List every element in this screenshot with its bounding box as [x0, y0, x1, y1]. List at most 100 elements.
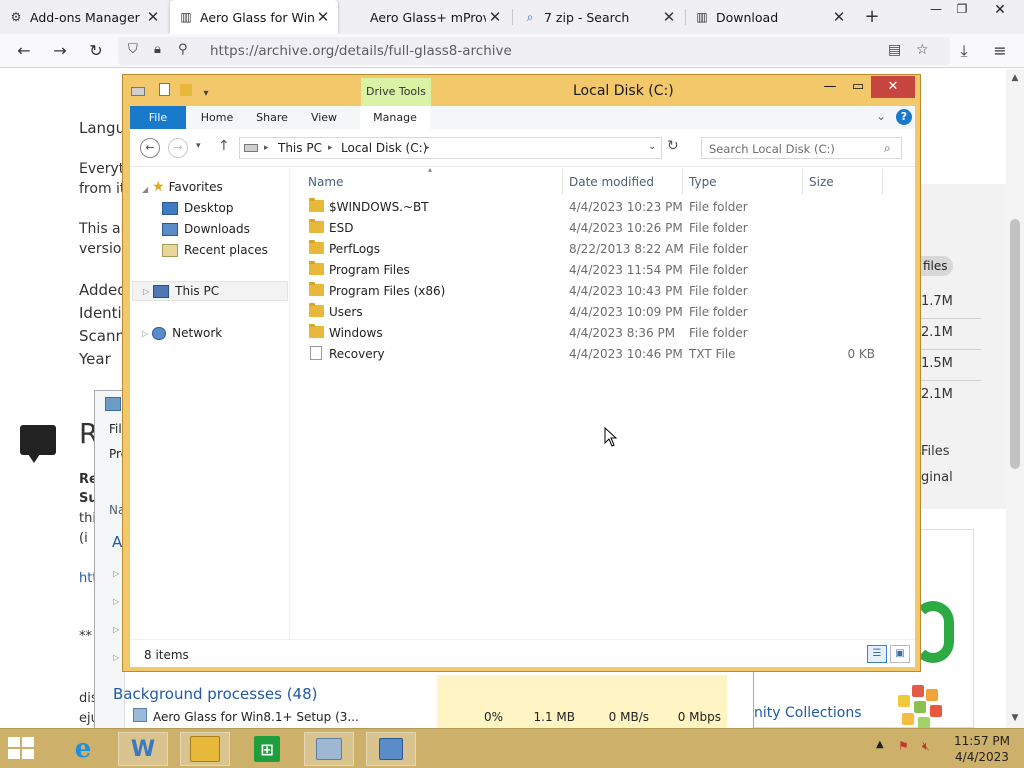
close-icon[interactable]: ✕	[486, 8, 504, 26]
download-size[interactable]: 1.5M	[921, 356, 953, 371]
taskbar-store[interactable]: ⊞	[242, 732, 292, 766]
downloads-icon[interactable]: ⤓	[952, 39, 976, 63]
taskbar-setup-program[interactable]	[366, 732, 416, 766]
file-explorer-window[interactable]: ▾ Drive Tools Local Disk (C:) — ▭ ✕ File…	[122, 74, 921, 672]
maximize-icon[interactable]: ▭	[847, 76, 869, 98]
table-row[interactable]: Program Files 4/4/2023 11:54 PM File folde…	[302, 260, 915, 281]
column-header-date-modified[interactable]: Date modified	[569, 175, 654, 189]
bookmark-star-icon[interactable]: ☆	[916, 42, 929, 58]
taskbar-internet-explorer[interactable]: e	[58, 732, 108, 766]
lock-icon[interactable]: 🔒︎	[154, 42, 161, 57]
expand-arrow-icon[interactable]: ▷	[143, 287, 149, 296]
restore-icon[interactable]: ❐	[950, 2, 974, 22]
tab-download[interactable]: ▥ Download ✕	[686, 0, 854, 34]
system-clock[interactable]: 11:57 PM 4/4/2023	[952, 733, 1012, 765]
refresh-icon[interactable]: ↻	[667, 138, 679, 154]
address-bar[interactable]: ▸ This PC ▸ Local Disk (C:) ▸ ⌄	[239, 137, 662, 159]
download-size[interactable]: 2.1M	[921, 325, 953, 340]
scroll-down-arrow-icon[interactable]: ▼	[1009, 713, 1021, 723]
column-header-name[interactable]: Name	[308, 175, 343, 189]
details-view-icon[interactable]: ☰	[867, 645, 887, 663]
breadcrumb-separator-icon[interactable]: ▸	[264, 143, 269, 153]
search-icon[interactable]: ⌕	[884, 141, 891, 156]
menu-icon[interactable]: ≡	[988, 39, 1012, 63]
nav-downloads[interactable]: Downloads	[162, 219, 250, 239]
tab-addons-manager[interactable]: ⚙ Add-ons Manager ✕	[0, 0, 168, 34]
ribbon-tab-share[interactable]: Share	[248, 106, 296, 129]
column-divider[interactable]	[882, 169, 883, 195]
up-arrow-icon[interactable]: ↑	[218, 138, 230, 154]
close-window-icon[interactable]: ✕	[988, 2, 1012, 22]
breadcrumb-separator-icon[interactable]: ▸	[328, 143, 333, 153]
taskbar-task-manager[interactable]	[304, 732, 354, 766]
tab-aero-glass-mproved[interactable]: Aero Glass+ mProved ✕	[340, 0, 510, 34]
table-row[interactable]: Aero Glass for Win8.1+ Setup (3... 0% 1.…	[95, 703, 755, 728]
forward-arrow-icon[interactable]: →	[48, 39, 72, 63]
close-icon[interactable]: ✕	[830, 8, 848, 26]
show-all-files-link[interactable]: Files	[921, 444, 950, 459]
customize-qat-chevron-icon[interactable]: ▾	[203, 88, 208, 99]
search-input[interactable]: Search Local Disk (C:) ⌕	[701, 137, 902, 159]
minimize-icon[interactable]: —	[924, 2, 948, 22]
nav-this-pc[interactable]: ▷ This PC	[132, 281, 288, 301]
recent-locations-chevron-icon[interactable]: ▾	[196, 141, 201, 151]
tab-aero-glass-windows[interactable]: ▥ Aero Glass for Windo ✕	[170, 0, 338, 34]
community-collections-link[interactable]: nity Collections	[754, 705, 862, 721]
table-row[interactable]: ESD 4/4/2023 10:26 PM File folder	[302, 218, 915, 239]
close-icon[interactable]: ✕	[660, 8, 678, 26]
download-size[interactable]: 1.7M	[921, 294, 953, 309]
reload-icon[interactable]: ↻	[84, 39, 108, 63]
explorer-title-bar[interactable]: ▾ Drive Tools Local Disk (C:) — ▭ ✕	[123, 75, 920, 106]
new-folder-icon[interactable]	[179, 84, 192, 96]
scroll-up-arrow-icon[interactable]: ▲	[1009, 73, 1021, 83]
drive-icon[interactable]	[131, 87, 145, 96]
url-text[interactable]: https://archive.org/details/full-glass8-…	[210, 43, 512, 59]
shield-icon[interactable]: ⛉	[128, 42, 138, 57]
nav-network[interactable]: ▷ Network	[142, 323, 222, 343]
column-divider[interactable]	[562, 169, 563, 195]
help-icon[interactable]: ?	[896, 109, 912, 125]
breadcrumb-local-disk[interactable]: Local Disk (C:)	[341, 141, 427, 155]
ribbon-tab-file[interactable]: File	[130, 106, 186, 129]
show-hidden-icons-chevron-icon[interactable]: ▲	[876, 739, 884, 750]
new-tab-plus-icon[interactable]: +	[862, 6, 882, 28]
minimize-icon[interactable]: —	[819, 76, 841, 98]
volume-muted-icon[interactable]: 🔇︎	[922, 739, 930, 754]
breadcrumb-this-pc[interactable]: This PC	[278, 141, 322, 155]
nav-favorites[interactable]: ★ Favorites	[152, 177, 223, 197]
address-dropdown-chevron-icon[interactable]: ⌄	[648, 141, 656, 152]
expand-arrow-icon[interactable]: ▷	[113, 653, 119, 662]
nav-desktop[interactable]: Desktop	[162, 198, 234, 218]
ribbon-tab-home[interactable]: Home	[192, 106, 242, 129]
back-arrow-icon[interactable]: ←	[140, 138, 160, 158]
table-row[interactable]: Recovery 4/4/2023 10:46 PM TXT File 0 KB	[302, 344, 915, 365]
url-bar[interactable]: ⛉ 🔒︎ ⚲ https://archive.org/details/full-…	[118, 37, 950, 65]
properties-icon[interactable]	[158, 83, 170, 96]
table-row[interactable]: Program Files (x86) 4/4/2023 10:43 PM File…	[302, 281, 915, 302]
table-row[interactable]: PerfLogs 8/22/2013 8:22 AM File folder	[302, 239, 915, 260]
page-scrollbar-thumb[interactable]	[1010, 219, 1020, 469]
expand-arrow-icon[interactable]: ▷	[113, 569, 119, 578]
expand-ribbon-chevron-icon[interactable]: ⌄	[876, 109, 886, 123]
close-icon[interactable]: ✕	[144, 8, 162, 26]
column-divider[interactable]	[682, 169, 683, 195]
original-link[interactable]: ginal	[921, 470, 953, 485]
back-arrow-icon[interactable]: ←	[12, 39, 36, 63]
permissions-icon[interactable]: ⚲	[178, 42, 188, 57]
table-row[interactable]: $WINDOWS.~BT 4/4/2023 10:23 PM File folder	[302, 197, 915, 218]
expand-arrow-icon[interactable]: ▷	[113, 597, 119, 606]
column-divider[interactable]	[802, 169, 803, 195]
action-center-flag-icon[interactable]: ⚑	[898, 739, 909, 753]
expand-arrow-icon[interactable]: ▷	[113, 625, 119, 634]
tab-7zip-search[interactable]: ⌕ 7 zip - Search ✕	[514, 0, 684, 34]
collapse-arrow-icon[interactable]: ◢	[142, 185, 148, 194]
windows-start-icon[interactable]	[8, 737, 36, 761]
close-icon[interactable]: ✕	[871, 76, 915, 98]
files-badge[interactable]: files	[921, 256, 953, 276]
taskbar-file-explorer[interactable]	[180, 732, 230, 766]
close-icon[interactable]: ✕	[314, 8, 332, 26]
table-row[interactable]: Windows 4/4/2023 8:36 PM File folder	[302, 323, 915, 344]
download-size[interactable]: 2.1M	[921, 387, 953, 402]
breadcrumb-separator-icon[interactable]: ▸	[425, 143, 430, 153]
forward-arrow-icon[interactable]: →	[168, 138, 188, 158]
